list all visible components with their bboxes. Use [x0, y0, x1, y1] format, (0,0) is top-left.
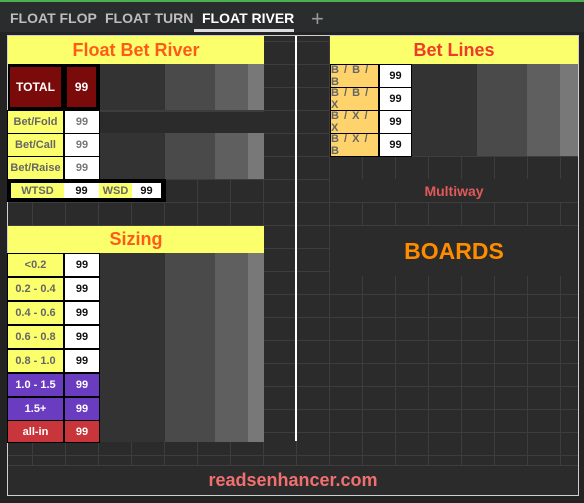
stat-bar [477, 64, 527, 156]
stat-bar [412, 64, 477, 156]
bet-line-label: B / X / B [330, 133, 379, 157]
stat-bar [165, 133, 215, 179]
stat-bar [215, 133, 248, 179]
bet-line-label: B / X / X [330, 110, 379, 134]
footer-brand: readsenhancer.com [8, 465, 578, 495]
bet-line-value[interactable]: 99 [379, 87, 412, 111]
tab-float-flop[interactable]: FLOAT FLOP [10, 10, 97, 26]
total-value[interactable]: 99 [66, 66, 97, 108]
multiway-label: Multiway [330, 179, 578, 202]
stat-bar [248, 64, 264, 110]
stat-bar [248, 253, 264, 442]
bet-line-value[interactable]: 99 [379, 133, 412, 157]
stat-bar [100, 253, 165, 442]
total-label: TOTAL [9, 66, 62, 108]
wsd-value[interactable]: 99 [132, 183, 161, 198]
sizing-label: 1.5+ [7, 397, 64, 421]
bet-raise-value[interactable]: 99 [64, 156, 100, 180]
sizing-label: 0.8 - 1.0 [7, 349, 64, 373]
active-tab-indicator [194, 29, 294, 32]
sizing-value[interactable]: 99 [64, 373, 100, 397]
sizing-label: 0.6 - 0.8 [7, 325, 64, 349]
sizing-value[interactable]: 99 [64, 420, 100, 443]
sizing-value[interactable]: 99 [64, 325, 100, 349]
sizing-value[interactable]: 99 [64, 253, 100, 277]
bet-fold-label: Bet/Fold [7, 110, 64, 134]
plus-icon[interactable]: + [311, 6, 324, 32]
bet-call-label: Bet/Call [7, 133, 64, 157]
stat-bar [248, 133, 264, 179]
bet-line-value[interactable]: 99 [379, 110, 412, 134]
bet-line-label: B / B / X [330, 87, 379, 111]
sizing-title: Sizing [8, 226, 264, 253]
bet-lines-title: Bet Lines [330, 36, 578, 64]
sizing-label: 0.2 - 0.4 [7, 277, 64, 301]
divider-line [295, 36, 297, 441]
bet-line-label: B / B / B [330, 64, 379, 88]
tab-float-turn[interactable]: FLOAT TURN [105, 10, 193, 26]
stat-bar [165, 64, 215, 110]
stat-bar [165, 253, 215, 442]
wtsd-label: WTSD [11, 183, 64, 198]
stat-bar [100, 111, 264, 133]
stat-bar [560, 64, 578, 156]
sizing-label: 0.4 - 0.6 [7, 301, 64, 325]
tab-float-river[interactable]: FLOAT RIVER [202, 10, 294, 26]
tab-bar: FLOAT FLOP FLOAT TURN FLOAT RIVER + [0, 2, 584, 32]
sizing-value[interactable]: 99 [64, 397, 100, 421]
wsd-label: WSD [99, 183, 132, 198]
stat-bar [100, 133, 165, 179]
sizing-value[interactable]: 99 [64, 301, 100, 325]
float-bet-river-title: Float Bet River [8, 36, 264, 64]
bet-fold-value[interactable]: 99 [64, 110, 100, 134]
boards-label: BOARDS [330, 226, 578, 276]
wtsd-value[interactable]: 99 [64, 183, 99, 198]
stat-bar [527, 64, 560, 156]
stat-bar [215, 64, 248, 110]
bet-raise-label: Bet/Raise [7, 156, 64, 180]
sizing-value[interactable]: 99 [64, 277, 100, 301]
stat-bar [100, 64, 165, 110]
bet-call-value[interactable]: 99 [64, 133, 100, 157]
sizing-label: 1.0 - 1.5 [7, 373, 64, 397]
sizing-label: all-in [7, 420, 64, 443]
stat-bar [215, 253, 248, 442]
sizing-value[interactable]: 99 [64, 349, 100, 373]
bet-line-value[interactable]: 99 [379, 64, 412, 88]
sizing-label: <0.2 [7, 253, 64, 277]
